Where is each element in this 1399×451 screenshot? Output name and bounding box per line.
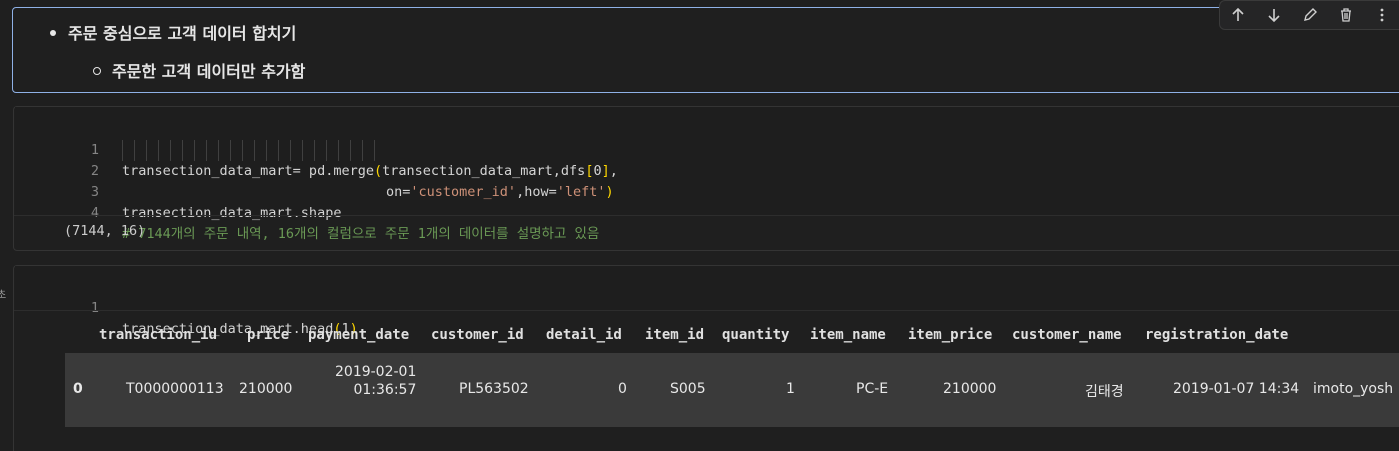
- table-cell: T0000000113: [126, 381, 224, 397]
- table-cell: 0: [618, 381, 627, 397]
- code-line: 2 on='customer_id',how='left'): [15, 140, 614, 200]
- code-text: transection_data_mart.shape: [122, 205, 342, 221]
- cell-output: (7144, 16): [64, 223, 146, 239]
- code-editor-2[interactable]: 1 transection_data_mart.head(1): [15, 266, 1399, 337]
- table-cell: PC-E: [856, 381, 889, 397]
- bullet2-text: 주문한 고객 데이터만 추가함: [112, 62, 306, 81]
- column-header: price: [247, 327, 290, 343]
- table-header: transaction_id price payment_date custom…: [65, 321, 1399, 353]
- column-header: payment_date: [308, 327, 410, 343]
- column-header: quantity: [722, 327, 790, 343]
- code-line: 4 # 7144개의 주문 내역, 16개의 컬럼으로 주문 1개의 데이터를 …: [15, 182, 600, 242]
- table-cell-payment-date: 2019-02-01 01:36:57: [335, 363, 416, 399]
- code-editor-1[interactable]: 1 transection_data_mart= pd.merge(transe…: [15, 107, 1399, 242]
- payment-time-value: 01:36:57: [353, 382, 417, 398]
- code-text: transection_data_mart= pd.merge(transect…: [122, 163, 618, 179]
- table-cell: 210000: [239, 381, 293, 397]
- arrow-down-icon[interactable]: [1256, 1, 1292, 29]
- table-row: 0 T0000000113 210000 2019-02-01 01:36:57…: [65, 353, 1399, 427]
- column-header: registration_date: [1145, 327, 1289, 343]
- column-header: customer_name: [1012, 327, 1122, 343]
- line-number: 1: [90, 300, 99, 316]
- column-header: item_price: [908, 327, 993, 343]
- table-cell: 1: [786, 381, 795, 397]
- bullet-item-1: 주문 중심으로 고객 데이터 합치기: [50, 20, 296, 44]
- code-line: 1 transection_data_mart.head(1): [15, 277, 358, 337]
- output-divider: [14, 310, 1399, 311]
- cell-toolbar: [1219, 0, 1399, 30]
- code-text: on='customer_id',how='left'): [386, 184, 614, 200]
- payment-date-value: 2019-02-01: [335, 364, 417, 380]
- table-cell: S005: [670, 381, 706, 397]
- notebook: 주문 중심으로 고객 데이터 합치기 주문한 고객 데이터만 추가함 1 tra…: [0, 0, 1399, 451]
- code-cell-2[interactable]: 1 transection_data_mart.head(1) transact…: [13, 265, 1399, 451]
- execution-time-label: 초: [0, 290, 7, 301]
- indent-guides: [122, 140, 386, 161]
- code-cell-1[interactable]: 1 transection_data_mart= pd.merge(transe…: [13, 106, 1399, 251]
- more-icon[interactable]: [1364, 1, 1399, 29]
- bullet-circle-icon: [93, 66, 101, 75]
- code-line: 1 transection_data_mart= pd.merge(transe…: [15, 119, 618, 179]
- table-cell: 김태경: [1085, 384, 1124, 400]
- column-header: item_id: [645, 327, 705, 343]
- bullet1-text: 주문 중심으로 고객 데이터 합치기: [68, 24, 297, 43]
- column-header: detail_id: [546, 327, 622, 343]
- bullet-item-2: 주문한 고객 데이터만 추가함: [93, 58, 305, 82]
- line-number: 4: [90, 205, 99, 221]
- column-header: transaction_id: [99, 327, 218, 343]
- table-cell: imoto_yosh: [1313, 381, 1394, 397]
- delete-icon[interactable]: [1328, 1, 1364, 29]
- column-header: customer_id: [431, 327, 524, 343]
- column-header: item_name: [810, 327, 886, 343]
- edit-icon[interactable]: [1292, 1, 1328, 29]
- table-cell: PL563502: [459, 381, 529, 397]
- bullet-dot-icon: [50, 29, 56, 36]
- code-comment: # 7144개의 주문 내역, 16개의 컬럼으로 주문 1개의 데이터를 설명…: [122, 226, 600, 242]
- output-divider: [14, 215, 1399, 216]
- row-index: 0: [73, 381, 83, 397]
- table-cell: 210000: [943, 381, 997, 397]
- code-line: 3 transection_data_mart.shape: [15, 161, 342, 221]
- table-cell: 2019-01-07 14:34: [1173, 381, 1300, 397]
- arrow-up-icon[interactable]: [1220, 1, 1256, 29]
- markdown-cell[interactable]: 주문 중심으로 고객 데이터 합치기 주문한 고객 데이터만 추가함: [12, 0, 1399, 93]
